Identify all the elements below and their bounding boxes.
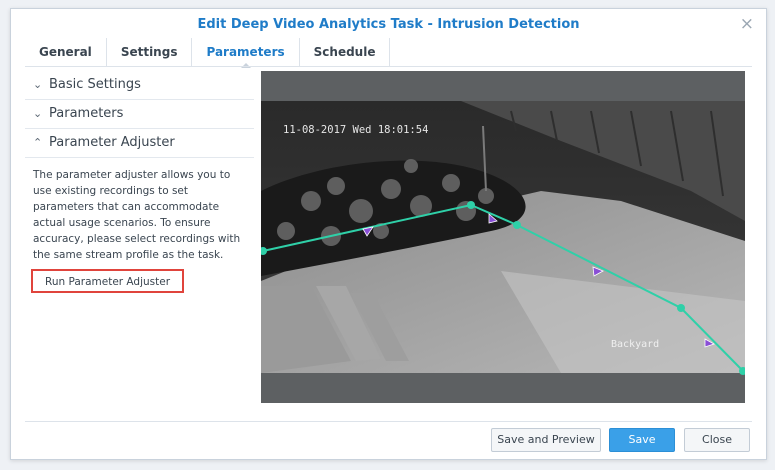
section-basic-settings[interactable]: ⌄ Basic Settings: [25, 71, 254, 100]
tab-bar: General Settings Parameters Schedule: [25, 38, 391, 68]
video-preview[interactable]: 11-08-2017 Wed 18:01:54 Backyard: [261, 71, 745, 403]
footer-divider: [25, 421, 752, 422]
settings-panel: ⌄ Basic Settings ⌄ Parameters ⌃ Parameter A…: [25, 71, 254, 293]
save-and-preview-button[interactable]: Save and Preview: [491, 428, 601, 452]
chevron-down-icon: ⌄: [33, 78, 43, 91]
save-button[interactable]: Save: [609, 428, 675, 452]
tab-parameters[interactable]: Parameters: [192, 38, 300, 68]
chevron-down-icon: ⌄: [33, 107, 43, 120]
adjuster-description: The parameter adjuster allows you to use…: [33, 169, 241, 261]
line-node[interactable]: [513, 221, 521, 229]
section-parameters[interactable]: ⌄ Parameters: [25, 100, 254, 129]
dialog-titlebar: Edit Deep Video Analytics Task - Intrusi…: [11, 9, 766, 39]
tab-schedule[interactable]: Schedule: [300, 38, 391, 67]
section-parameters-label: Parameters: [49, 106, 124, 121]
section-parameter-adjuster-label: Parameter Adjuster: [49, 135, 175, 150]
video-frame: 11-08-2017 Wed 18:01:54 Backyard: [261, 71, 745, 403]
tab-divider: [25, 66, 752, 67]
close-button[interactable]: Close: [684, 428, 750, 452]
video-timestamp: 11-08-2017 Wed 18:01:54: [283, 124, 428, 136]
run-parameter-adjuster-button[interactable]: Run Parameter Adjuster: [31, 269, 185, 293]
section-basic-settings-label: Basic Settings: [49, 77, 141, 92]
line-node[interactable]: [677, 304, 685, 312]
dialog-title: Edit Deep Video Analytics Task - Intrusi…: [197, 17, 580, 32]
tab-settings[interactable]: Settings: [107, 38, 193, 67]
edit-task-dialog: Edit Deep Video Analytics Task - Intrusi…: [10, 8, 767, 460]
section-parameter-adjuster[interactable]: ⌃ Parameter Adjuster: [25, 129, 254, 158]
camera-name-label: Backyard: [611, 339, 659, 350]
tab-general[interactable]: General: [25, 38, 107, 67]
line-node[interactable]: [467, 201, 475, 209]
chevron-up-icon: ⌃: [33, 136, 43, 149]
close-icon[interactable]: ×: [740, 14, 754, 34]
